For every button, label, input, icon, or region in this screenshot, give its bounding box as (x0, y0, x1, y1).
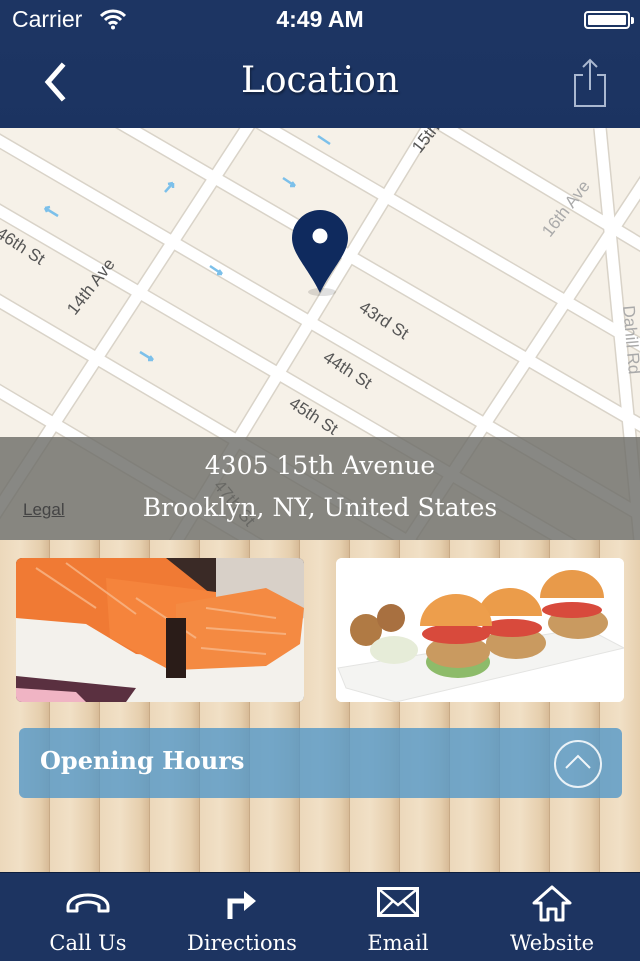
tab-website[interactable]: Website (472, 873, 632, 961)
tab-label: Email (367, 931, 429, 955)
map-label-43rd-st: 43rd St (356, 297, 413, 343)
share-button[interactable] (570, 56, 610, 108)
legal-link[interactable]: Legal (23, 500, 65, 520)
turn-right-arrow-icon (227, 891, 256, 919)
status-bar: Carrier 4:49 AM (0, 0, 640, 40)
status-time: 4:49 AM (276, 6, 364, 32)
bottom-tab-bar: Call Us Directions Email Website (0, 872, 640, 961)
tab-directions[interactable]: Directions (162, 873, 322, 961)
tab-call-us[interactable]: Call Us (8, 873, 168, 961)
home-icon (532, 885, 572, 922)
tab-label: Directions (187, 931, 297, 955)
address-line-1: 4305 15th Avenue (204, 451, 436, 480)
battery-icon (584, 11, 634, 29)
tab-email[interactable]: Email (318, 873, 478, 961)
tab-label: Website (509, 931, 595, 955)
tab-label: Call Us (49, 931, 127, 955)
address-overlay: 4305 15th Avenue Brooklyn, NY, United St… (0, 437, 640, 540)
page-title: Location (240, 60, 400, 101)
opening-hours-toggle[interactable]: Opening Hours (19, 728, 622, 798)
sushi-photo[interactable] (16, 558, 304, 702)
sliders-photo[interactable] (336, 558, 624, 702)
envelope-icon (377, 887, 419, 917)
opening-hours-label: Opening Hours (40, 746, 245, 775)
address-line-2: Brooklyn, NY, United States (142, 493, 498, 522)
navigation-bar: Location (0, 40, 640, 128)
share-icon (574, 58, 606, 107)
phone-icon (66, 893, 110, 913)
chevron-up-circle-icon[interactable] (554, 740, 602, 788)
